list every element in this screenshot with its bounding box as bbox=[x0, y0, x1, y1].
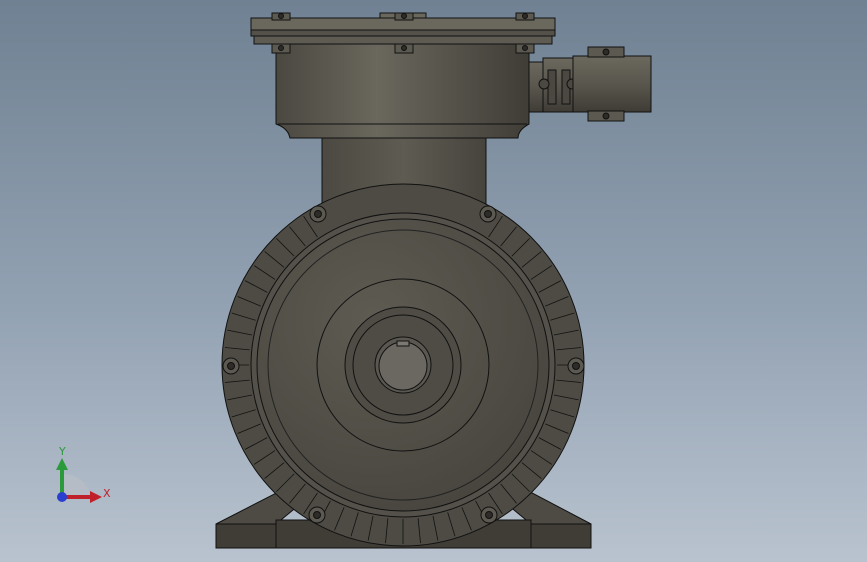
coordinate-triad: Y X bbox=[56, 445, 111, 503]
shaft bbox=[374, 336, 432, 394]
graphics-viewport[interactable]: Y X bbox=[0, 0, 867, 562]
cable-gland bbox=[528, 46, 652, 122]
terminal-box bbox=[275, 43, 530, 139]
triad-y-label: Y bbox=[58, 445, 66, 458]
motor-model[interactable]: Y X bbox=[0, 0, 867, 562]
triad-x-label: X bbox=[103, 487, 111, 500]
